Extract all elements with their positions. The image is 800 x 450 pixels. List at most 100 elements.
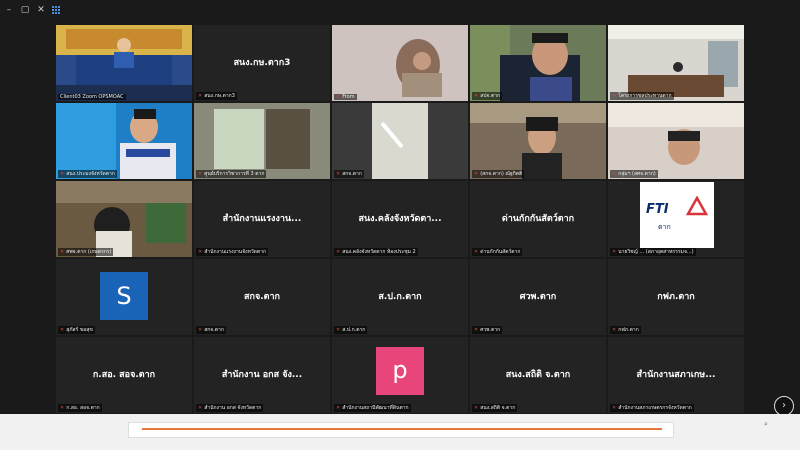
mic-muted-icon: ✕ [336, 171, 341, 177]
participant-tile[interactable]: Client03 Zoom OPSMOAC [56, 25, 192, 101]
participant-name: ✕ ศูนย์บริการวิชาการที่ 3 ตาก [196, 170, 267, 178]
participant-name-text: สกจ.ตาก [342, 171, 362, 177]
participant-name: ✕ กฟภ.ตาก [610, 326, 641, 334]
mic-muted-icon: ✕ [60, 405, 65, 411]
participant-tile[interactable]: ✕ สกจ.ตาก [332, 103, 468, 179]
participant-name: ✕ สำนักงานสภาเกษตรกรจังหวัดตาก [610, 404, 694, 412]
next-page-button[interactable]: › [774, 396, 794, 416]
participant-tile[interactable]: สกจ.ตาก ✕ สกจ.ตาก [194, 259, 330, 335]
mic-muted-icon: ✕ [198, 405, 203, 411]
mic-muted-icon: ✕ [474, 405, 479, 411]
mic-muted-icon: ✕ [198, 171, 203, 177]
participant-video [56, 181, 192, 257]
participant-tile[interactable]: สำนักงาน อกส จัง... ✕ สำนักงาน อกส จังหวัด… [194, 337, 330, 413]
bottom-bar [0, 414, 800, 450]
mic-muted-icon: ✕ [336, 405, 341, 411]
mic-muted-icon: ✕ [60, 249, 65, 255]
participant-tile[interactable]: S ✕ สุภัสร์ ขอสุข [56, 259, 192, 335]
window-controls: – ▢ ✕ [0, 0, 800, 20]
participant-name-text: สุภัสร์ ขอสุข [66, 327, 93, 333]
mic-muted-icon: ✕ [612, 249, 617, 255]
participant-video [608, 103, 744, 179]
participant-tile[interactable]: ด่านกักกันสัตว์ตาก ✕ ด่านกักกันสัตว์ตาก [470, 181, 606, 257]
participant-name: ✕ สกจ.ตาก [334, 170, 364, 178]
participant-name-text: ด่านกักกันสัตว์ตาก [480, 249, 521, 255]
participant-name: ✕ ก.สอ. สอจ.ตาก [58, 404, 102, 412]
participant-name-text: สนง.ประมงจังหวัดตาก [66, 171, 115, 177]
participant-center-name: ส.ป.ก.ตาก [378, 292, 422, 302]
mic-muted-icon: ✕ [612, 327, 617, 333]
participant-center-name: ด่านกักกันสัตว์ตาก [501, 214, 575, 224]
participant-video [56, 103, 192, 179]
participant-center-name: สนง.กษ.ตาก3 [233, 58, 291, 68]
mic-muted-icon: ✕ [60, 327, 65, 333]
participant-center-name: สำนักงานสภาเกษ... [636, 370, 716, 380]
bottom-panel [128, 422, 674, 438]
participant-name-text: กลุ่มฯ (สศจ.ตาก) [618, 171, 656, 177]
participant-video [194, 103, 330, 179]
participant-center-name: ศวพ.ตาก [519, 292, 557, 302]
participant-center-name: สนง.สถิติ จ.ตาก [505, 370, 571, 380]
participant-tile[interactable]: กฟภ.ตาก ✕ กฟภ.ตาก [608, 259, 744, 335]
mic-muted-icon: ✕ [612, 171, 617, 177]
gallery-view-icon[interactable] [52, 6, 60, 14]
participant-name: ✕ ด่านกักกันสัตว์ตาก [472, 248, 523, 256]
participant-tile[interactable]: ก.สอ. สอจ.ตาก ✕ ก.สอ. สอจ.ตาก [56, 337, 192, 413]
participant-name: ✕ ศพจ.ตาก (เกษตรกร) [58, 248, 114, 256]
participant-video [332, 103, 468, 179]
participant-name-text: สำนักงาน อกส จังหวัดตาก [204, 405, 262, 411]
minimize-icon[interactable]: – [4, 5, 14, 15]
participant-tile[interactable]: ✕ สปจ.ตาก [470, 25, 606, 101]
participant-tile[interactable]: สำนักงานแรงงาน... ✕ สำนักงานแรงงานจังหวัดต… [194, 181, 330, 257]
participant-tile[interactable]: ✕ ศูนย์บริการวิชาการที่ 3 ตาก [194, 103, 330, 179]
participant-name: ✕ (สกจ.ตาก) ณัฐกิตติ [472, 170, 525, 178]
participant-tile[interactable]: สำนักงานสภาเกษ... ✕ สำนักงานสภาเกษตรกรจังห… [608, 337, 744, 413]
participant-video [56, 25, 192, 101]
participant-name: ✕ From [334, 94, 357, 100]
mic-muted-icon: ✕ [474, 249, 479, 255]
participant-tile[interactable]: ✕ (สกจ.ตาก) ณัฐกิตติ [470, 103, 606, 179]
participant-name-text: From [342, 94, 355, 100]
participant-tile[interactable]: ส.ป.ก.ตาก ✕ ส.ป.ก.ตาก [332, 259, 468, 335]
participant-center-name: สกจ.ตาก [244, 292, 280, 302]
mic-muted-icon: ✕ [336, 327, 341, 333]
participant-tile[interactable]: ✕ โครงการชลประทานตาก [608, 25, 744, 101]
participant-tile[interactable]: ✕ กลุ่มฯ (สศจ.ตาก) [608, 103, 744, 179]
mic-muted-icon: ✕ [612, 93, 617, 99]
participant-name: ✕ สกจ.ตาก [196, 326, 226, 334]
participant-name-text: กฟภ.ตาก [618, 327, 639, 333]
participant-name: ✕ ศวพ.ตาก [472, 326, 503, 334]
participant-tile[interactable]: ✕ From [332, 25, 468, 101]
participant-name: ✕ สำนักงาน อกส จังหวัดตาก [196, 404, 264, 412]
participant-tile[interactable]: ✕ ศพจ.ตาก (เกษตรกร) [56, 181, 192, 257]
participant-name-text: สำนักงานสถานีพัฒนาที่ดินตาก [342, 405, 409, 411]
participant-tile[interactable]: ✕ สนง.ประมงจังหวัดตาก [56, 103, 192, 179]
participant-name: ✕ สนง.สถิติ จ.ตาก [472, 404, 518, 412]
participant-video [470, 103, 606, 179]
participant-name-text: (สกจ.ตาก) ณัฐกิตติ [480, 171, 523, 177]
participant-tile[interactable]: สนง.สถิติ จ.ตาก ✕ สนง.สถิติ จ.ตาก [470, 337, 606, 413]
participant-name: ✕ กลุ่มฯ (สศจ.ตาก) [610, 170, 658, 178]
participant-tile[interactable]: FTI ตาก ✕ นายวิชญ์ ... (สภาอุตสาหกรรมจ...) [608, 181, 744, 257]
participant-tile[interactable]: สนง.กษ.ตาก3 ✕ สนง.กษ.ตาก3 [194, 25, 330, 101]
participant-name: ✕ ส.ป.ก.ตาก [334, 326, 368, 334]
participant-tile[interactable]: สนง.คลังจังหวัดตา... ✕ สนง.คลังจังหวัดตาก … [332, 181, 468, 257]
restore-icon[interactable]: ▢ [20, 5, 30, 15]
participant-center-name: สำนักงาน อกส จัง... [221, 370, 303, 380]
participant-name-text: ส.ป.ก.ตาก [342, 327, 366, 333]
search-icon[interactable]: ⌕ [764, 420, 768, 429]
participant-center-name: สำนักงานแรงงาน... [222, 214, 302, 224]
participant-name-text: สกจ.ตาก [204, 327, 224, 333]
participant-tile[interactable]: ศวพ.ตาก ✕ ศวพ.ตาก [470, 259, 606, 335]
avatar: S [100, 272, 148, 320]
participant-name-text: Client03 Zoom OPSMOAC [60, 94, 124, 100]
fti-triangle-icon [686, 196, 708, 216]
fti-sub: ตาก [658, 223, 671, 231]
mic-muted-icon: ✕ [60, 171, 65, 177]
gallery-grid: Client03 Zoom OPSMOAC สนง.กษ.ตาก3 ✕ สนง.กษ.… [56, 25, 744, 413]
participant-name-text: ศูนย์บริการวิชาการที่ 3 ตาก [204, 171, 265, 177]
close-icon[interactable]: ✕ [36, 5, 46, 15]
participant-name: ✕ สนง.กษ.ตาก3 [196, 92, 237, 100]
participant-tile[interactable]: p ✕ สำนักงานสถานีพัฒนาที่ดินตาก [332, 337, 468, 413]
mic-muted-icon: ✕ [198, 249, 203, 255]
